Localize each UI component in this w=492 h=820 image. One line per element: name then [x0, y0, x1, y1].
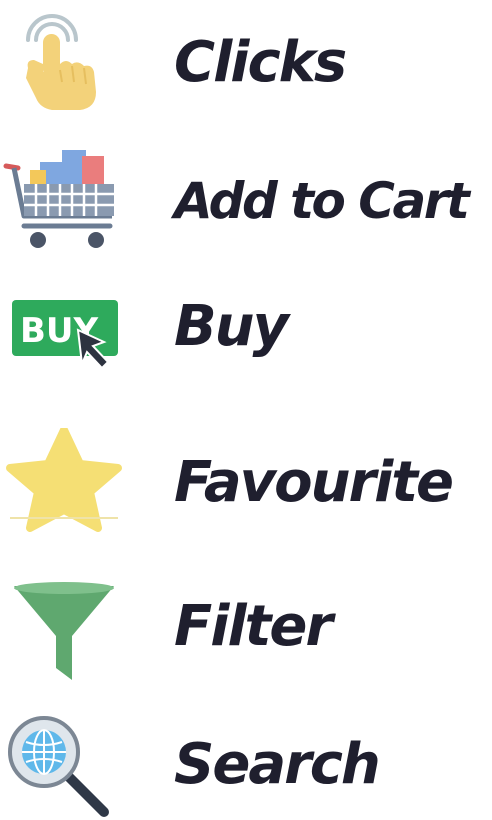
pointing-hand-click-icon [0, 8, 130, 118]
legend-label: Favourite [174, 450, 454, 515]
legend-label: Search [174, 732, 381, 797]
legend-item-favourite: Favourite [0, 428, 492, 538]
shopping-cart-icon [0, 146, 130, 256]
legend-item-filter: Filter [0, 572, 492, 682]
legend-label: Buy [174, 294, 289, 359]
buy-button-icon: BUY [0, 272, 130, 382]
legend-item-buy: BUY Buy [0, 272, 492, 382]
legend-item-clicks: Clicks [0, 8, 492, 118]
globe-magnifier-icon [0, 710, 130, 820]
star-icon [0, 428, 130, 538]
legend-item-add-to-cart: Add to Cart [0, 146, 492, 256]
funnel-icon [0, 572, 130, 682]
legend-label: Filter [174, 594, 333, 659]
legend-item-search: Search [0, 710, 492, 820]
legend-label: Clicks [174, 30, 347, 95]
legend-label: Add to Cart [174, 172, 470, 230]
action-legend: { "items": [ {"label": "Clicks", "icon":… [0, 0, 492, 820]
